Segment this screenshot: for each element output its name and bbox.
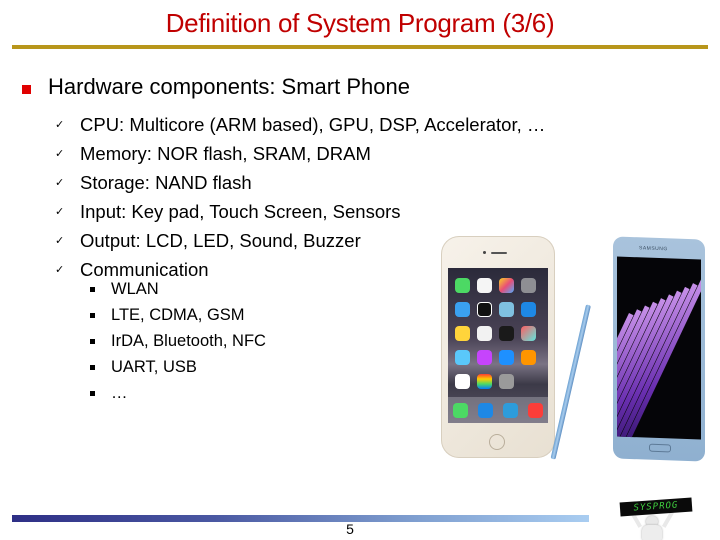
list-item-text: Output: LCD, LED, Sound, Buzzer (80, 229, 361, 251)
weather-app-icon (455, 302, 470, 317)
title-underline (12, 45, 708, 49)
settings-app-icon (499, 374, 514, 389)
slide-title: Definition of System Program (3/6) (165, 8, 555, 38)
sub-list-item-text: LTE, CDMA, GSM (111, 305, 245, 324)
checkmark-icon: ✓ (55, 206, 65, 218)
home-button (649, 443, 671, 453)
maps-app-icon (499, 302, 514, 317)
checkmark-icon: ✓ (55, 177, 65, 189)
communication-sublist: WLAN LTE, CDMA, GSM IrDA, Bluetooth, NFC… (90, 276, 266, 406)
phone-app-icon (453, 402, 468, 418)
brand-label: SAMSUNG (639, 245, 668, 253)
footer-gradient-bar (12, 515, 589, 522)
main-bullet: Hardware components: Smart Phone (22, 74, 410, 100)
videos-app-icon (521, 302, 536, 317)
checkmark-icon: ✓ (55, 235, 65, 247)
iphone-image (441, 236, 555, 458)
clock-app-icon (477, 302, 492, 317)
list-item: ✓ CPU: Multicore (ARM based), GPU, DSP, A… (55, 110, 545, 139)
notes-app-icon (455, 326, 470, 341)
list-item-text: Storage: NAND flash (80, 171, 252, 193)
earpiece-speaker (491, 252, 507, 254)
logo-sign: SYSPROG (619, 497, 693, 517)
sub-list-item-text: IrDA, Bluetooth, NFC (111, 331, 266, 350)
square-bullet-icon (22, 84, 31, 94)
photos-app-icon (499, 278, 514, 293)
sub-list-item: UART, USB (90, 354, 266, 380)
sub-list-item: IrDA, Bluetooth, NFC (90, 328, 266, 354)
list-item: ✓ Storage: NAND flash (55, 168, 545, 197)
front-camera (483, 251, 486, 254)
game-center-app-icon (521, 326, 536, 341)
list-item-text: Input: Key pad, Touch Screen, Sensors (80, 200, 401, 222)
ibooks-app-icon (521, 350, 536, 365)
health-app-icon (455, 374, 470, 389)
app-store-app-icon (499, 350, 514, 365)
mail-app-icon (478, 402, 493, 418)
camera-app-icon (521, 278, 536, 293)
checkmark-icon: ✓ (55, 148, 65, 160)
square-bullet-icon (90, 390, 95, 396)
checkmark-icon: ✓ (55, 264, 65, 276)
list-item-text: CPU: Multicore (ARM based), GPU, DSP, Ac… (80, 113, 546, 135)
main-bullet-text: Hardware components: Smart Phone (48, 74, 410, 99)
list-item: ✓ Memory: NOR flash, SRAM, DRAM (55, 139, 545, 168)
sub-list-item: LTE, CDMA, GSM (90, 302, 266, 328)
app-icon-grid (455, 278, 536, 389)
safari-app-icon (503, 402, 518, 418)
itunes-store-app-icon (477, 350, 492, 365)
sub-list-item: WLAN (90, 276, 266, 302)
logo-figure-body (642, 525, 662, 540)
note-screen (617, 256, 701, 440)
checkmark-icon: ✓ (55, 119, 65, 131)
home-button (489, 434, 505, 450)
newsstand-app-icon (455, 350, 470, 365)
iphone-screen (448, 268, 548, 423)
messages-app-icon (455, 278, 470, 293)
stocks-app-icon (499, 326, 514, 341)
stylus-pen-image (550, 304, 591, 460)
square-bullet-icon (90, 286, 95, 292)
sub-list-item: … (90, 380, 266, 406)
page-number: 5 (346, 521, 354, 537)
square-bullet-icon (90, 312, 95, 318)
square-bullet-icon (90, 364, 95, 370)
sub-list-item-text: UART, USB (111, 357, 197, 376)
list-item-text: Memory: NOR flash, SRAM, DRAM (80, 142, 371, 164)
galaxy-note-image: SAMSUNG (613, 236, 705, 462)
logo-figure-arm (662, 511, 674, 528)
sysprog-logo: SYSPROG (606, 496, 716, 540)
reminders-app-icon (477, 326, 492, 341)
music-app-icon (528, 402, 543, 418)
square-bullet-icon (90, 338, 95, 344)
app-dock (448, 397, 548, 423)
list-item: ✓ Input: Key pad, Touch Screen, Sensors (55, 197, 545, 226)
sub-list-item-text: … (111, 383, 128, 402)
passbook-app-icon (477, 374, 492, 389)
calendar-app-icon (477, 278, 492, 293)
sub-list-item-text: WLAN (111, 279, 159, 298)
